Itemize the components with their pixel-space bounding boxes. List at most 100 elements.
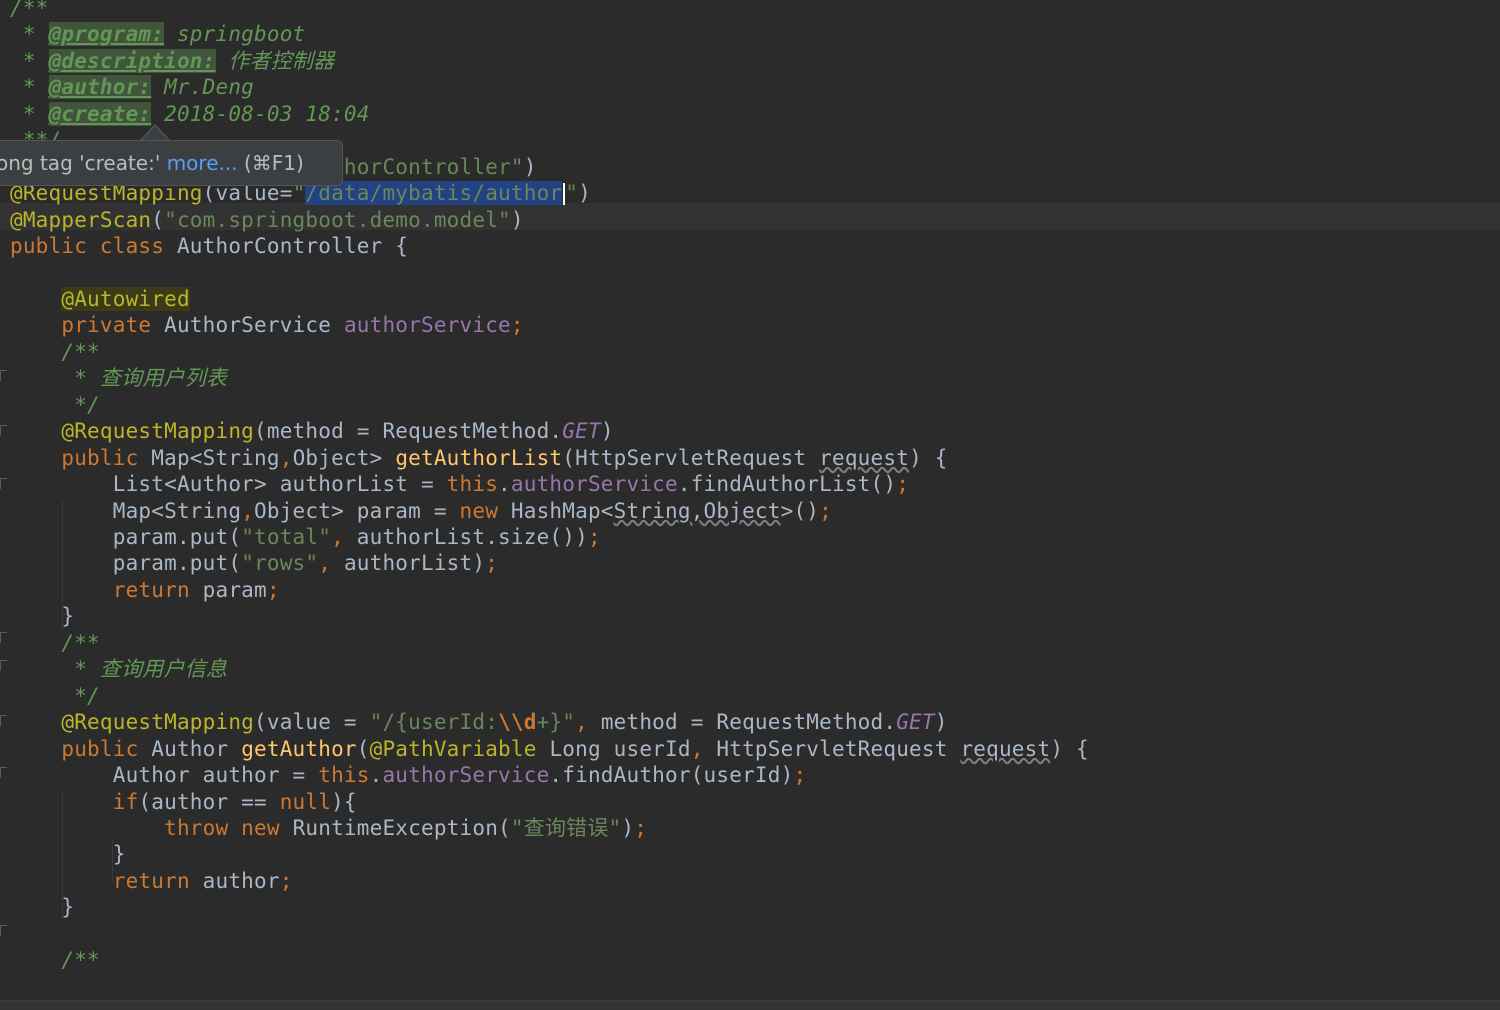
- code-line[interactable]: }: [10, 603, 74, 629]
- code-token: @create:: [48, 101, 152, 126]
- code-line[interactable]: public Author getAuthor(@PathVariable Lo…: [10, 736, 1089, 762]
- code-token: ) {: [1050, 736, 1089, 761]
- code-token: ): [510, 207, 524, 232]
- fold-marker-icon[interactable]: [0, 660, 7, 671]
- code-token: */: [10, 683, 100, 708]
- tooltip-shortcut: (⌘F1): [237, 151, 304, 175]
- code-token: "rows": [241, 551, 319, 576]
- code-token: (HttpServletRequest: [562, 445, 820, 470]
- code-token: ;: [485, 551, 499, 576]
- code-token: authorService: [382, 763, 550, 788]
- code-token: *: [10, 75, 49, 100]
- code-token: ): [578, 181, 591, 206]
- fold-marker-icon[interactable]: [0, 715, 7, 726]
- code-line[interactable]: * @create: 2018-08-03 18:04: [10, 101, 370, 127]
- code-token: ,: [318, 551, 344, 576]
- code-line[interactable]: private AuthorService authorService;: [10, 312, 524, 338]
- code-token: param.put(: [10, 525, 242, 549]
- code-token: .findAuthorList(): [677, 472, 897, 497]
- code-token: (: [254, 710, 267, 735]
- code-line[interactable]: */: [10, 392, 100, 418]
- code-token: "com.springboot.demo.model": [164, 207, 511, 232]
- fold-marker-icon[interactable]: [0, 632, 7, 643]
- tooltip-more-link[interactable]: more...: [167, 151, 238, 175]
- code-token: ): [621, 815, 635, 840]
- code-token: (: [151, 207, 165, 232]
- code-token: param: [202, 577, 267, 602]
- code-line[interactable]: /**: [10, 0, 49, 21]
- code-line[interactable]: return param;: [10, 577, 280, 603]
- code-line[interactable]: /**: [10, 339, 100, 365]
- code-token: authorList): [343, 551, 486, 576]
- code-line[interactable]: * 查询用户信息: [10, 656, 227, 682]
- code-token: this: [446, 472, 499, 497]
- code-token: ): [523, 154, 537, 179]
- code-token: return: [112, 577, 203, 602]
- code-line[interactable]: return author;: [10, 868, 293, 894]
- code-line[interactable]: }: [10, 894, 74, 920]
- code-token: ;: [587, 525, 601, 549]
- code-token: "total": [241, 525, 332, 549]
- code-line[interactable]: */: [10, 683, 100, 709]
- code-line[interactable]: if(author == null){: [10, 789, 357, 815]
- code-line[interactable]: /**: [10, 947, 100, 973]
- fold-marker-icon[interactable]: [0, 425, 7, 436]
- code-line[interactable]: /**: [10, 630, 100, 656]
- code-token: @author:: [48, 75, 152, 100]
- code-token: ;: [279, 868, 293, 893]
- code-line[interactable]: * @description: 作者控制器: [10, 48, 334, 74]
- code-line[interactable]: param.put("rows", authorList);: [10, 550, 498, 576]
- fold-marker-icon[interactable]: [0, 767, 7, 778]
- code-token: AuthorController {: [176, 234, 409, 259]
- code-token: @RequestMapping: [61, 419, 255, 444]
- code-token: public: [61, 445, 152, 470]
- fold-marker-icon[interactable]: [0, 478, 7, 489]
- code-line[interactable]: public class AuthorController {: [10, 233, 408, 259]
- code-token: Long userId: [549, 736, 691, 761]
- code-token: request: [960, 736, 1051, 761]
- code-line[interactable]: throw new RuntimeException("查询错误");: [10, 815, 647, 841]
- code-line[interactable]: List<Author> authorList = this.authorSer…: [10, 471, 909, 497]
- fold-marker-icon[interactable]: [0, 925, 7, 936]
- inspection-tooltip: ong tag 'create:' more... (⌘F1): [0, 140, 343, 186]
- code-token: .: [498, 472, 511, 497]
- code-line[interactable]: @Autowired: [10, 286, 190, 312]
- code-token: ,: [279, 445, 293, 470]
- code-token: 2018-08-03 18:04: [151, 101, 370, 126]
- code-line[interactable]: * 查询用户列表: [10, 365, 227, 391]
- code-token: ;: [793, 763, 807, 788]
- code-token: Map<String: [151, 445, 280, 470]
- tooltip-text: ong tag 'create:' more... (⌘F1): [0, 141, 304, 185]
- code-token: *: [10, 22, 49, 47]
- code-line[interactable]: param.put("total", authorList.size());: [10, 524, 601, 550]
- code-token: * 查询用户列表: [10, 366, 228, 391]
- code-token: }: [10, 895, 75, 920]
- code-token: HashMap<: [510, 498, 614, 523]
- code-token: Object> param =: [254, 498, 460, 523]
- code-line[interactable]: @MapperScan("com.springboot.demo.model"): [10, 207, 524, 233]
- code-token: (author ==: [138, 789, 280, 814]
- code-line[interactable]: * @program: springboot: [10, 21, 305, 47]
- code-token: /**: [10, 948, 100, 973]
- fold-marker-icon[interactable]: [0, 370, 7, 381]
- code-token: .: [369, 763, 383, 788]
- code-token: method: [600, 710, 678, 735]
- code-line[interactable]: @RequestMapping(method = RequestMethod.G…: [10, 418, 614, 444]
- code-line[interactable]: public Map<String,Object> getAuthorList(…: [10, 445, 948, 471]
- code-line[interactable]: Map<String,Object> param = new HashMap<S…: [10, 498, 832, 524]
- code-line[interactable]: @RequestMapping(value = "/{userId:\\d+}"…: [10, 709, 948, 735]
- code-token: >(): [780, 498, 820, 523]
- code-token: springboot: [164, 22, 306, 47]
- code-token: }: [10, 604, 75, 629]
- code-line[interactable]: }: [10, 841, 126, 867]
- code-token: ,: [575, 710, 601, 735]
- code-token: @description:: [48, 48, 216, 73]
- code-token: authorList.size()): [356, 525, 588, 549]
- code-token: = RequestMethod.: [677, 710, 897, 735]
- code-line[interactable]: * @author: Mr.Deng: [10, 74, 254, 100]
- code-line[interactable]: Author author = this.authorService.findA…: [10, 762, 806, 788]
